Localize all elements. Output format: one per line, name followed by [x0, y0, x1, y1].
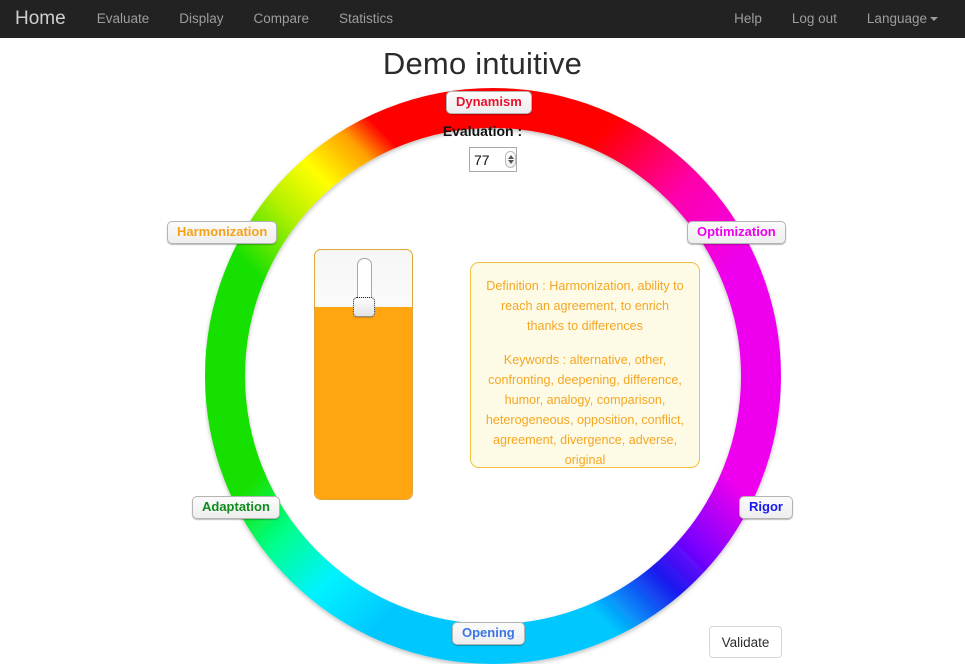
- nav-item-help[interactable]: Help: [719, 0, 777, 38]
- definition-panel: Definition : Harmonization, ability to r…: [470, 262, 700, 468]
- top-navbar: Home Evaluate Display Compare Statistics…: [0, 0, 965, 38]
- stepper-up-icon[interactable]: [507, 155, 514, 159]
- evaluation-input-wrapper: [469, 147, 517, 172]
- nav-item-display[interactable]: Display: [164, 0, 238, 38]
- nav-item-compare[interactable]: Compare: [239, 0, 325, 38]
- evaluation-input[interactable]: [470, 149, 504, 170]
- wheel-label-dynamism[interactable]: Dynamism: [446, 91, 532, 114]
- definition-text: Definition : Harmonization, ability to r…: [486, 279, 684, 333]
- evaluation-stepper[interactable]: [505, 151, 516, 168]
- nav-brand-home[interactable]: Home: [0, 0, 82, 38]
- evaluation-label: Evaluation :: [442, 123, 523, 139]
- evaluation-slider[interactable]: [314, 249, 413, 500]
- wheel-label-adaptation[interactable]: Adaptation: [192, 496, 280, 519]
- chevron-down-icon: [930, 17, 938, 22]
- wheel-label-opening[interactable]: Opening: [452, 622, 525, 645]
- navbar-left-group: Home Evaluate Display Compare Statistics: [0, 0, 408, 38]
- wheel-label-rigor[interactable]: Rigor: [739, 496, 793, 519]
- nav-item-logout[interactable]: Log out: [777, 0, 852, 38]
- wheel-label-optimization[interactable]: Optimization: [687, 221, 786, 244]
- validate-button[interactable]: Validate: [709, 626, 782, 658]
- slider-handle[interactable]: [353, 297, 375, 317]
- slider-fill: [315, 307, 412, 499]
- keywords-text: Keywords : alternative, other, confronti…: [485, 353, 685, 467]
- nav-language-label: Language: [866, 11, 927, 26]
- wheel-label-harmonization[interactable]: Harmonization: [167, 221, 278, 244]
- page-title: Demo intuitive: [382, 46, 583, 81]
- navbar-right-group: Help Log out Language: [719, 0, 965, 38]
- stepper-down-icon[interactable]: [507, 160, 514, 164]
- nav-item-statistics[interactable]: Statistics: [324, 0, 408, 38]
- nav-item-evaluate[interactable]: Evaluate: [82, 0, 165, 38]
- nav-item-language[interactable]: Language: [852, 0, 953, 38]
